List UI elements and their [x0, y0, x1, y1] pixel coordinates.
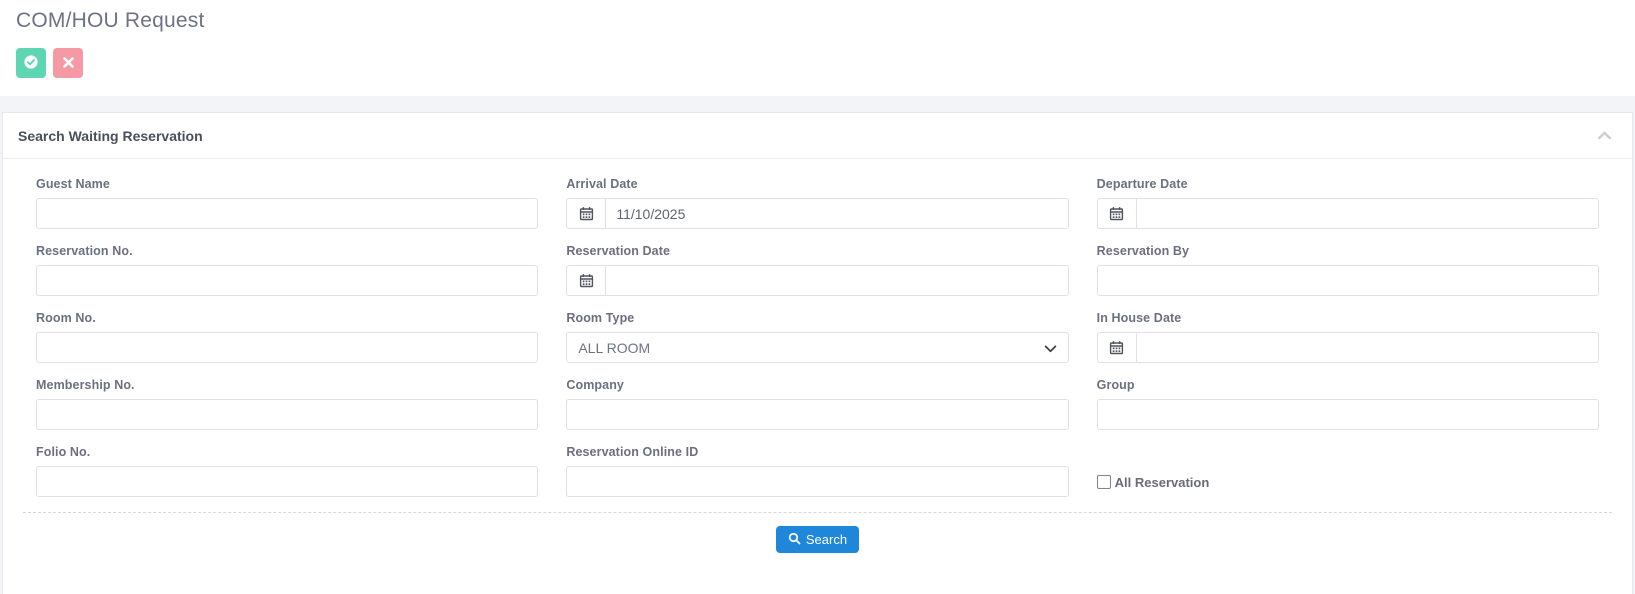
room-type-label: Room Type [566, 311, 1068, 325]
group-field: Group [1097, 378, 1599, 430]
guest-name-input[interactable] [36, 198, 538, 229]
room-no-label: Room No. [36, 311, 538, 325]
reservation-by-label: Reservation By [1097, 244, 1599, 258]
calendar-icon[interactable] [567, 199, 606, 228]
confirm-button[interactable] [16, 48, 46, 78]
company-label: Company [566, 378, 1068, 392]
departure-date-label: Departure Date [1097, 177, 1599, 191]
page-header: COM/HOU Request [0, 0, 1635, 96]
room-no-input[interactable] [36, 332, 538, 363]
reservation-no-input[interactable] [36, 265, 538, 296]
chevron-up-icon [1597, 128, 1612, 143]
search-form: Guest Name Arrival Date [36, 177, 1599, 497]
company-input[interactable] [566, 399, 1068, 430]
room-type-selected-value: ALL ROOM [578, 340, 650, 356]
departure-date-field: Departure Date [1097, 177, 1599, 229]
membership-no-label: Membership No. [36, 378, 538, 392]
folio-no-input[interactable] [36, 466, 538, 497]
reservation-date-input[interactable] [606, 266, 1067, 295]
in-house-date-field: In House Date [1097, 311, 1599, 363]
collapse-button[interactable] [1595, 126, 1614, 145]
all-reservation-checkbox[interactable] [1097, 475, 1111, 489]
toolbar [16, 48, 1619, 78]
membership-no-field: Membership No. [36, 378, 538, 430]
search-icon [788, 532, 801, 548]
calendar-icon[interactable] [1098, 199, 1137, 228]
all-reservation-label: All Reservation [1115, 475, 1210, 490]
room-no-field: Room No. [36, 311, 538, 363]
panel-body: Guest Name Arrival Date [3, 159, 1632, 573]
group-input[interactable] [1097, 399, 1599, 430]
reservation-no-field: Reservation No. [36, 244, 538, 296]
reservation-by-field: Reservation By [1097, 244, 1599, 296]
reservation-date-field: Reservation Date [566, 244, 1068, 296]
group-label: Group [1097, 378, 1599, 392]
room-type-select[interactable]: ALL ROOM [566, 332, 1068, 363]
in-house-date-input[interactable] [1137, 333, 1598, 362]
guest-name-label: Guest Name [36, 177, 538, 191]
folio-no-label: Folio No. [36, 445, 538, 459]
arrival-date-field: Arrival Date [566, 177, 1068, 229]
folio-no-field: Folio No. [36, 445, 538, 497]
reservation-online-id-field: Reservation Online ID [566, 445, 1068, 497]
all-reservation-field: All Reservation [1097, 467, 1599, 497]
reservation-online-id-input[interactable] [566, 466, 1068, 497]
membership-no-input[interactable] [36, 399, 538, 430]
in-house-date-label: In House Date [1097, 311, 1599, 325]
reservation-date-label: Reservation Date [566, 244, 1068, 258]
calendar-icon[interactable] [1098, 333, 1137, 362]
company-field: Company [566, 378, 1068, 430]
search-button-row: Search [36, 513, 1599, 573]
reservation-no-label: Reservation No. [36, 244, 538, 258]
search-button-label: Search [806, 532, 847, 547]
panel-header: Search Waiting Reservation [3, 113, 1632, 159]
calendar-icon[interactable] [567, 266, 606, 295]
room-type-field: Room Type ALL ROOM [566, 311, 1068, 363]
search-button[interactable]: Search [776, 526, 859, 553]
departure-date-input[interactable] [1137, 199, 1598, 228]
chevron-down-icon [1044, 340, 1057, 356]
check-circle-icon [23, 54, 39, 73]
search-waiting-reservation-panel: Search Waiting Reservation Guest Name Ar… [2, 112, 1633, 594]
reservation-by-input[interactable] [1097, 265, 1599, 296]
x-icon [63, 56, 74, 71]
reservation-online-id-label: Reservation Online ID [566, 445, 1068, 459]
panel-title: Search Waiting Reservation [18, 128, 203, 144]
cancel-button[interactable] [53, 48, 83, 78]
arrival-date-label: Arrival Date [566, 177, 1068, 191]
guest-name-field: Guest Name [36, 177, 538, 229]
page-title: COM/HOU Request [16, 9, 1619, 33]
arrival-date-input[interactable] [606, 199, 1067, 228]
